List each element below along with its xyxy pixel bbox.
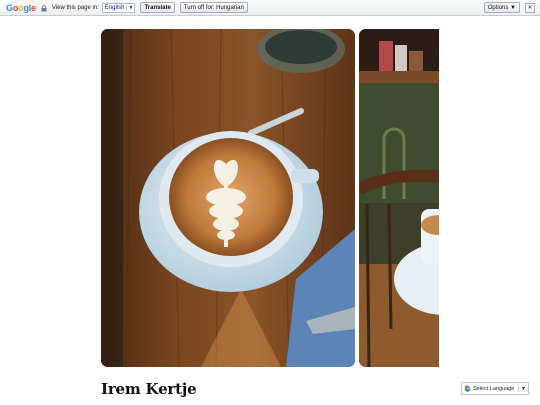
select-language-dropdown[interactable]: Select Language ▼ xyxy=(461,382,529,395)
gallery-photo-latte[interactable] xyxy=(101,29,355,367)
google-logo: Google xyxy=(6,2,36,13)
google-g-icon xyxy=(464,385,471,392)
photo-gallery[interactable] xyxy=(101,29,439,367)
options-button[interactable]: Options ▼ xyxy=(483,2,520,13)
cafe-photo-image xyxy=(359,29,439,367)
turn-off-button[interactable]: Turn off for: Hungarian xyxy=(179,2,248,13)
google-translate-bar: Google View this page in: English ▼ Tran… xyxy=(0,0,540,16)
close-icon[interactable]: ✕ xyxy=(525,2,535,13)
page-title: Irem Kertje xyxy=(101,380,197,398)
gallery-photo-cafe[interactable] xyxy=(359,29,439,367)
translate-bar-controls: Options ▼ ✕ xyxy=(479,2,535,13)
translate-button[interactable]: Translate xyxy=(140,2,175,13)
language-select[interactable]: English ▼ xyxy=(101,2,136,13)
chevron-down-icon: ▼ xyxy=(518,385,528,392)
latte-photo-image xyxy=(101,29,355,367)
lock-icon xyxy=(41,4,47,11)
chevron-down-icon: ▼ xyxy=(126,4,134,11)
language-select-value: English xyxy=(104,4,125,11)
select-language-label: Select Language xyxy=(473,385,515,392)
translate-prompt: View this page in: xyxy=(51,4,99,11)
